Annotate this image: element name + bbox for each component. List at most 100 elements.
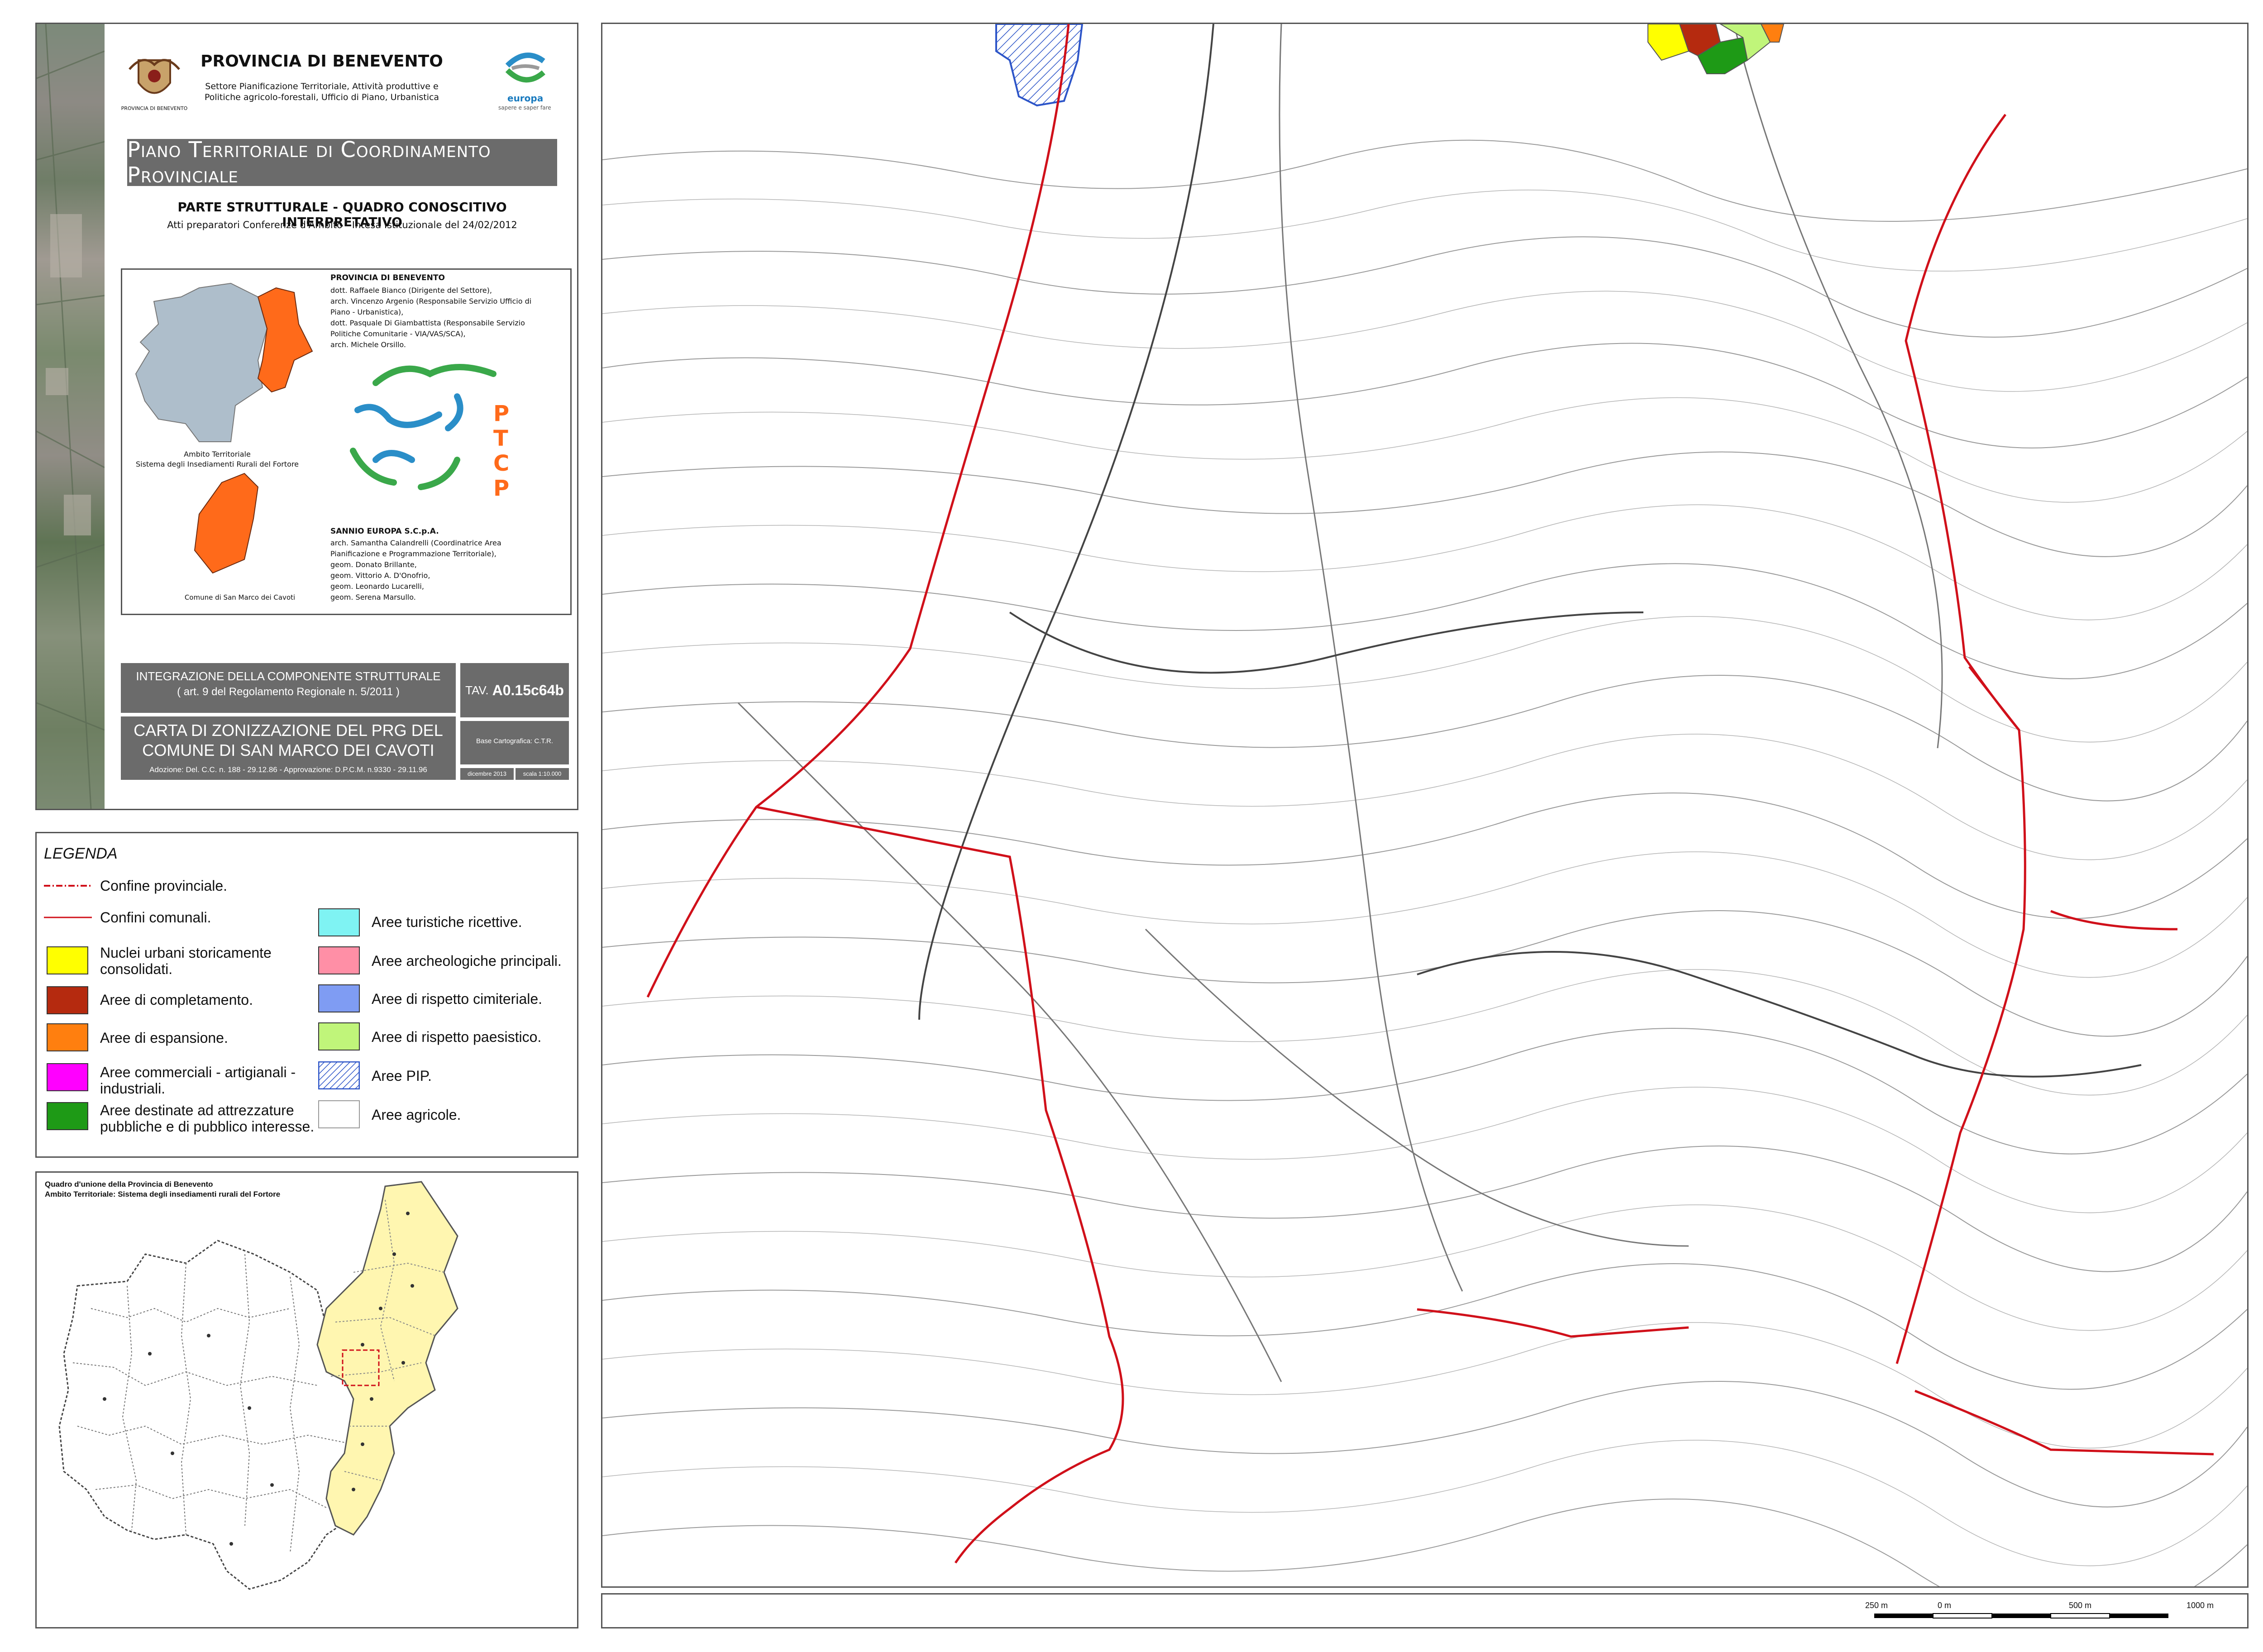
- comune-shape: [194, 473, 259, 574]
- scale-label: 500 m: [2069, 1601, 2092, 1610]
- minor-contours: [602, 190, 2247, 1566]
- europa-tagline: sapere e saper fare: [498, 105, 551, 111]
- province-credit-line: Politiche Comunitarie - VIA/VAS/SCA),: [330, 329, 466, 338]
- legend-swatch: [47, 986, 88, 1014]
- adoption-note: Adozione: Del. C.C. n. 188 - 29.12.86 - …: [149, 765, 427, 774]
- legend-swatch: [47, 946, 88, 974]
- europa-wordmark: europa: [507, 93, 544, 104]
- crest-icon: [129, 59, 180, 94]
- map-title-line-1: CARTA DI ZONIZZAZIONE DEL PRG DEL: [134, 721, 443, 740]
- sannio-credit-line: geom. Vittorio A. D'Onofrio,: [330, 571, 430, 580]
- legend-label: Aree archeologiche principali.: [372, 953, 562, 969]
- municipal-boundaries: [646, 24, 2214, 1564]
- title-block: PROVINCIA DI BENEVENTO PROVINCIA DI BENE…: [35, 23, 578, 810]
- legend-label: Aree turistiche ricettive.: [372, 914, 522, 930]
- province-credit-line: dott. Pasquale Di Giambattista (Responsa…: [330, 319, 525, 327]
- province-credit-line: arch. Vincenzo Argenio (Responsabile Ser…: [330, 297, 532, 306]
- province-credit-line: Piano - Urbanistica),: [330, 308, 404, 316]
- base-band: Base Cartografica: C.T.R.: [460, 721, 569, 764]
- legend-swatch: [47, 1102, 88, 1130]
- contour-lines: [602, 139, 2247, 1586]
- aerial-photo-texture: [37, 24, 105, 809]
- legend-swatch: [318, 908, 360, 936]
- legend-provincial-border-symbol: [44, 885, 92, 887]
- scale-bar-panel: 250 m 0 m 500 m 1000 m: [601, 1593, 2249, 1628]
- fortore-ambito: [316, 1181, 458, 1536]
- legend-municipal-border-symbol: [44, 917, 92, 918]
- sannio-europa-logo: europa sapere e saper fare: [494, 48, 557, 115]
- base-note: Base Cartografica: C.T.R.: [476, 737, 554, 745]
- map-title-line-2: COMUNE DI SAN MARCO DEI CAVOTI: [142, 741, 434, 759]
- comune-label: Comune di San Marco dei Cavoti: [184, 593, 296, 602]
- pip-area: [995, 24, 1084, 107]
- ambito-label-2: Sistema degli Insediamenti Rurali del Fo…: [135, 460, 299, 468]
- department-name: Settore Pianificazione Territoriale, Att…: [204, 81, 439, 102]
- integration-title: INTEGRAZIONE DELLA COMPONENTE STRUTTURAL…: [136, 669, 441, 683]
- sannio-credits-heading: SANNIO EUROPA S.C.p.A.: [330, 527, 439, 536]
- legend-label: Aree di espansione.: [100, 1030, 228, 1046]
- urban-zoning-patches: [1647, 24, 1785, 74]
- scale-bar: [1874, 1613, 2168, 1619]
- zoning-map: [601, 23, 2249, 1588]
- sannio-credit-line: geom. Serena Marsullo.: [330, 593, 416, 602]
- map-title-band: CARTA DI ZONIZZAZIONE DEL PRG DEL COMUNE…: [121, 716, 456, 780]
- tav-band: TAV. A0.15c64b: [460, 663, 569, 717]
- province-outline: [58, 1240, 382, 1590]
- legend-swatch: [318, 984, 360, 1012]
- province-crest-logo: PROVINCIA DI BENEVENTO: [121, 51, 187, 119]
- legend-label: Aree di completamento.: [100, 992, 253, 1008]
- scale-label: 250 m: [1865, 1601, 1888, 1610]
- agency-name: PROVINCIA DI BENEVENTO: [201, 52, 443, 71]
- topographic-map-canvas: [602, 24, 2247, 1586]
- province-credits-heading: PROVINCIA DI BENEVENTO: [330, 273, 445, 282]
- date-cell: dicembre 2013: [460, 768, 514, 780]
- ambito-shape: [135, 282, 277, 442]
- legend-label: Aree commerciali - artigianali - industr…: [100, 1064, 296, 1097]
- streams: [737, 24, 1943, 1382]
- roads: [918, 24, 2142, 1078]
- legend-swatch: [318, 946, 360, 974]
- scale-cell: scala 1:10.000: [516, 768, 569, 780]
- legend-label: Aree destinate ad attrezzature pubbliche…: [100, 1102, 315, 1135]
- legend-label: Confini comunali.: [100, 909, 211, 926]
- sannio-credit-line: Pianificazione e Programmazione Territor…: [330, 549, 497, 558]
- legend-title: LEGENDA: [44, 845, 118, 862]
- legend-label: Aree agricole.: [372, 1107, 461, 1123]
- ptcp-letter-t: T: [493, 426, 508, 451]
- sannio-credit-line: geom. Donato Brillante,: [330, 560, 417, 569]
- preparatory-acts: Atti preparatori Conferenze d'Ambito - I…: [167, 220, 517, 230]
- legend-swatch: [318, 1100, 360, 1128]
- ptcp-letter-p2: P: [493, 476, 510, 501]
- legend-pip-hatch-swatch: [318, 1061, 360, 1089]
- sannio-credit-line: arch. Samantha Calandrelli (Coordinatric…: [330, 539, 501, 547]
- province-credit-line: arch. Michele Orsillo.: [330, 340, 406, 349]
- legend-label: Aree PIP.: [372, 1068, 432, 1084]
- province-index-map: [58, 1181, 458, 1590]
- credits-box: P T C P Ambito Territoriale Sistema degl…: [121, 268, 572, 615]
- tav-prefix: TAV.: [465, 683, 489, 697]
- ptcp-logo: [350, 364, 497, 490]
- fortore-shape: [257, 287, 313, 393]
- index-map-panel: Quadro d'unione della Provincia di Benev…: [35, 1171, 578, 1628]
- tav-code: A0.15c64b: [492, 682, 564, 698]
- ambito-label-1: Ambito Territoriale: [184, 450, 251, 458]
- plan-title-band: Piano Territoriale di Coordinamento Prov…: [127, 137, 557, 188]
- legend-label: Aree di rispetto paesistico.: [372, 1029, 542, 1045]
- plan-title: Piano Territoriale di Coordinamento Prov…: [127, 137, 491, 188]
- scale-label: 0 m: [1938, 1601, 1952, 1610]
- legend-label: Aree di rispetto cimiteriale.: [372, 991, 543, 1007]
- europa-swirl-icon: [505, 53, 545, 83]
- legend-swatch: [47, 1063, 88, 1091]
- integration-note: ( art. 9 del Regolamento Regionale n. 5/…: [177, 686, 400, 698]
- scale-label: 1000 m: [2187, 1601, 2214, 1610]
- ptcp-letter-c: C: [493, 451, 510, 476]
- sannio-credit-line: geom. Leonardo Lucarelli,: [330, 582, 424, 591]
- crest-caption: PROVINCIA DI BENEVENTO: [121, 105, 188, 111]
- legend-panel: LEGENDA Confine provinciale. Confini com…: [35, 832, 578, 1158]
- integration-band: INTEGRAZIONE DELLA COMPONENTE STRUTTURAL…: [121, 663, 456, 713]
- legend-label: Nuclei urbani storicamente consolidati.: [100, 945, 272, 977]
- aerial-photo-strip: [37, 24, 105, 809]
- legend-label: Confine provinciale.: [100, 878, 228, 894]
- ptcp-letter-p1: P: [493, 401, 510, 426]
- legend-swatch: [318, 1022, 360, 1050]
